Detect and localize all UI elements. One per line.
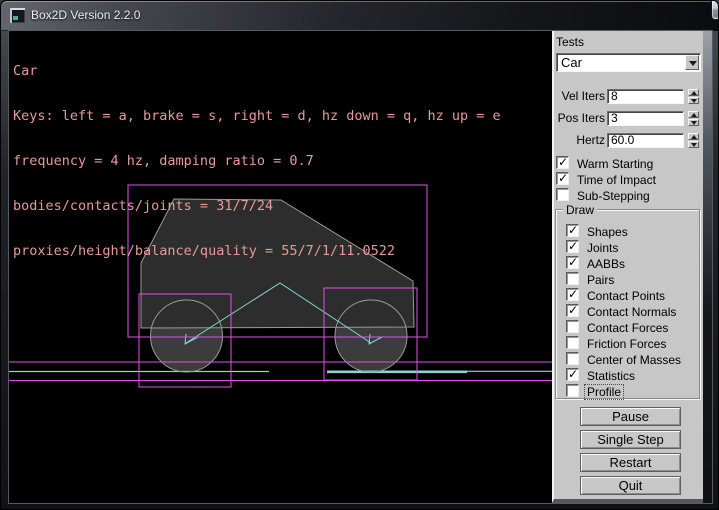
warm-starting-label: Warm Starting xyxy=(574,156,656,172)
contact-forces-label: Contact Forces xyxy=(584,320,671,336)
stats-line-keys: Keys: left = a, brake = s, right = d, hz… xyxy=(13,109,501,124)
pos-iters-spin-up-button[interactable] xyxy=(688,111,699,118)
profile-label: Profile xyxy=(584,384,624,400)
hertz-spinner xyxy=(688,133,699,148)
profile-checkbox[interactable] xyxy=(566,384,579,397)
stats-line-frequency: frequency = 4 hz, damping ratio = 0.7 xyxy=(13,154,501,169)
checkmark-icon: ✓ xyxy=(558,173,568,184)
contact-normals-checkbox[interactable]: ✓ xyxy=(566,304,579,317)
shapes-checkbox[interactable]: ✓ xyxy=(566,224,579,237)
statistics-checkbox[interactable]: ✓ xyxy=(566,368,579,381)
stats-line-test-name: Car xyxy=(13,64,501,79)
minimize-button[interactable] xyxy=(711,1,719,20)
restart-button[interactable]: Restart xyxy=(580,453,681,472)
simulation-canvas[interactable]: Car Keys: left = a, brake = s, right = d… xyxy=(9,31,552,503)
time-of-impact-checkbox[interactable]: ✓ xyxy=(556,172,569,185)
single-step-button[interactable]: Single Step xyxy=(580,430,681,449)
aabbs-label: AABBs xyxy=(584,256,628,272)
draw-group-label: Draw xyxy=(563,203,597,217)
vel-iters-input[interactable]: 8 xyxy=(607,89,684,104)
window-frame-right xyxy=(712,31,719,510)
checkmark-icon: ✓ xyxy=(568,225,578,236)
spin-up-icon xyxy=(691,135,697,139)
vel-iters-spin-down-button[interactable] xyxy=(688,97,699,104)
pause-button[interactable]: Pause xyxy=(580,407,681,426)
checkmark-icon: ✓ xyxy=(568,257,578,268)
center-of-masses-checkbox[interactable] xyxy=(566,352,579,365)
app-window: Box2D Version 2.2.0 ✕ xyxy=(0,0,719,510)
contact-points-checkbox[interactable]: ✓ xyxy=(566,288,579,301)
pos-iters-input[interactable]: 3 xyxy=(607,111,684,126)
checkmark-icon: ✓ xyxy=(558,157,568,168)
window-title: Box2D Version 2.2.0 xyxy=(31,1,140,29)
tests-dropdown[interactable]: Car xyxy=(556,53,701,72)
pos-iters-row: Pos Iters 3 xyxy=(554,111,701,126)
shapes-label: Shapes xyxy=(584,224,631,240)
time-of-impact-label: Time of Impact xyxy=(574,172,659,188)
pos-iters-label: Pos Iters xyxy=(554,111,605,126)
sub-stepping-label: Sub-Stepping xyxy=(574,188,653,204)
joints-label: Joints xyxy=(584,240,621,256)
tests-dropdown-arrow-button[interactable] xyxy=(685,55,699,70)
warm-starting-checkbox[interactable]: ✓ xyxy=(556,156,569,169)
spin-down-icon xyxy=(691,99,697,103)
window-frame-bottom xyxy=(1,503,719,510)
title-bar[interactable]: Box2D Version 2.2.0 ✕ xyxy=(1,1,719,31)
hertz-value: 60.0 xyxy=(611,134,634,147)
app-icon-glass xyxy=(13,16,18,20)
contact-normals-label: Contact Normals xyxy=(584,304,679,320)
joints-checkbox[interactable]: ✓ xyxy=(566,240,579,253)
hertz-spin-up-button[interactable] xyxy=(688,133,699,140)
contact-forces-checkbox[interactable] xyxy=(566,320,579,333)
vel-iters-spin-up-button[interactable] xyxy=(688,89,699,96)
pairs-checkbox[interactable] xyxy=(566,272,579,285)
quit-button[interactable]: Quit xyxy=(580,476,681,495)
panel-right-edge xyxy=(703,31,712,503)
hertz-spin-down-button[interactable] xyxy=(688,141,699,148)
spin-up-icon xyxy=(691,113,697,117)
checkmark-icon: ✓ xyxy=(568,369,578,380)
checkmark-icon: ✓ xyxy=(568,289,578,300)
contact-points-label: Contact Points xyxy=(584,288,668,304)
pairs-label: Pairs xyxy=(584,272,617,288)
window-frame-left xyxy=(1,31,9,510)
center-of-masses-label: Center of Masses xyxy=(584,352,684,368)
pos-iters-spin-down-button[interactable] xyxy=(688,119,699,126)
vel-iters-value: 8 xyxy=(611,90,618,103)
checkmark-icon: ✓ xyxy=(568,241,578,252)
tests-label: Tests xyxy=(556,35,584,49)
vel-iters-label: Vel Iters xyxy=(554,89,605,104)
pos-iters-value: 3 xyxy=(611,112,618,125)
spin-down-icon xyxy=(691,121,697,125)
hertz-label: Hertz xyxy=(554,133,605,148)
client-area: Car Keys: left = a, brake = s, right = d… xyxy=(9,31,712,503)
dropdown-arrow-icon xyxy=(689,61,697,66)
statistics-label: Statistics xyxy=(584,368,638,384)
spin-up-icon xyxy=(691,91,697,95)
checkmark-icon: ✓ xyxy=(568,305,578,316)
stats-line-proxies: proxies/height/balance/quality = 55/7/1/… xyxy=(13,244,501,259)
hertz-row: Hertz 60.0 xyxy=(554,133,701,148)
vel-iters-row: Vel Iters 8 xyxy=(554,89,701,104)
draw-group: Draw ✓ Shapes ✓ Joints ✓ AABBs Pairs xyxy=(555,209,700,399)
vel-iters-spinner xyxy=(688,89,699,104)
friction-forces-label: Friction Forces xyxy=(584,336,669,352)
stats-line-bodies: bodies/contacts/joints = 31/7/24 xyxy=(13,199,501,214)
pos-iters-spinner xyxy=(688,111,699,126)
aabbs-checkbox[interactable]: ✓ xyxy=(566,256,579,269)
control-panel: Tests Car Vel Iters 8 Pos Iters 3 xyxy=(552,31,703,503)
hertz-input[interactable]: 60.0 xyxy=(607,133,684,148)
stats-overlay: Car Keys: left = a, brake = s, right = d… xyxy=(13,34,501,289)
app-icon xyxy=(10,8,25,23)
sub-stepping-checkbox[interactable] xyxy=(556,188,569,201)
spin-down-icon xyxy=(691,143,697,147)
friction-forces-checkbox[interactable] xyxy=(566,336,579,349)
tests-dropdown-value: Car xyxy=(561,55,582,71)
